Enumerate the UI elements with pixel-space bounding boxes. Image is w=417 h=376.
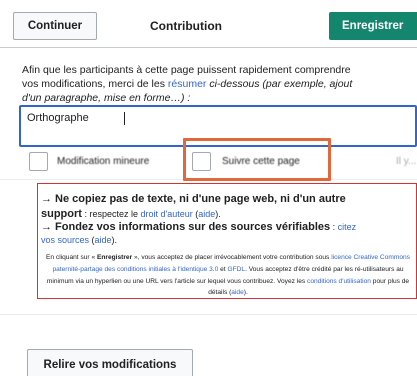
cite-link[interactable]: citez xyxy=(338,222,357,232)
legal-part-2: », vous acceptez de placer irrévocableme… xyxy=(132,254,332,261)
help-line-3: d'un paragraphe, mise en forme…) : xyxy=(22,92,191,104)
watch-page-checkbox[interactable] xyxy=(192,152,211,171)
edit-options-row: Modification mineure Suivre cette page I… xyxy=(0,150,417,180)
save-button[interactable]: Enregistrer xyxy=(329,12,417,40)
sources-warning-cont: vos sources (aide). xyxy=(41,235,117,245)
summarize-link[interactable]: résumer xyxy=(168,78,207,90)
paren-close-2: ). xyxy=(111,235,118,245)
legal-save-word: Enregistrer xyxy=(96,254,133,261)
no-copy-warning: → Ne copiez pas de texte, ni d'une page … xyxy=(41,193,346,205)
sources-warning: → Fondez vos informations sur des source… xyxy=(41,221,356,233)
copyright-warning-box: → Ne copiez pas de texte, ni d'une page … xyxy=(37,183,417,299)
no-copy-warning-cont: support : respectez le droit d'auteur (a… xyxy=(41,208,221,220)
sources-help-link[interactable]: aide xyxy=(95,235,112,245)
review-changes-button[interactable]: Relire vos modifications xyxy=(27,349,193,376)
gfdl-link[interactable]: GFDL xyxy=(227,266,245,273)
truncated-option-label: Il y... xyxy=(396,156,417,167)
continue-button[interactable]: Continuer xyxy=(13,12,97,40)
help-line-2-after: ci-dessous (par exemple, ajout xyxy=(206,78,353,90)
support-word: support xyxy=(41,208,82,220)
paren-close-1: ). xyxy=(215,209,221,219)
help-line-1: Afin que les participants à cette page p… xyxy=(22,64,351,76)
text-caret xyxy=(124,112,125,125)
sources-colon: : xyxy=(330,222,338,232)
edit-summary-input[interactable] xyxy=(27,112,407,124)
edit-summary-field[interactable] xyxy=(19,105,417,147)
summary-help-text: Afin que les participants à cette page p… xyxy=(22,63,417,105)
minor-edit-label[interactable]: Modification mineure xyxy=(57,156,149,167)
dialog-title: Contribution xyxy=(150,19,222,33)
legal-part-1: En cliquant sur « xyxy=(46,254,97,261)
your-sources-link[interactable]: vos sources xyxy=(41,235,89,245)
legal-help-link[interactable]: aide xyxy=(231,289,243,296)
sources-warning-text: → Fondez vos informations sur des source… xyxy=(41,221,331,233)
minor-edit-checkbox[interactable] xyxy=(29,152,48,171)
terms-of-use-link[interactable]: conditions d'utilisation xyxy=(307,278,371,285)
respect-text: : respectez le xyxy=(81,209,141,219)
legal-part-6: ). xyxy=(243,289,248,297)
license-notice: En cliquant sur « Enregistrer », vous ac… xyxy=(40,252,416,299)
copyright-link[interactable]: droit d'auteur xyxy=(140,209,192,219)
help-line-2-before: vos modifications, merci de les xyxy=(22,78,168,90)
footer-divider xyxy=(0,314,417,315)
copyright-help-link[interactable]: aide xyxy=(198,209,215,219)
watch-page-label[interactable]: Suivre cette page xyxy=(222,156,300,167)
edit-dialog-header: Continuer Contribution Enregistrer xyxy=(0,0,417,48)
